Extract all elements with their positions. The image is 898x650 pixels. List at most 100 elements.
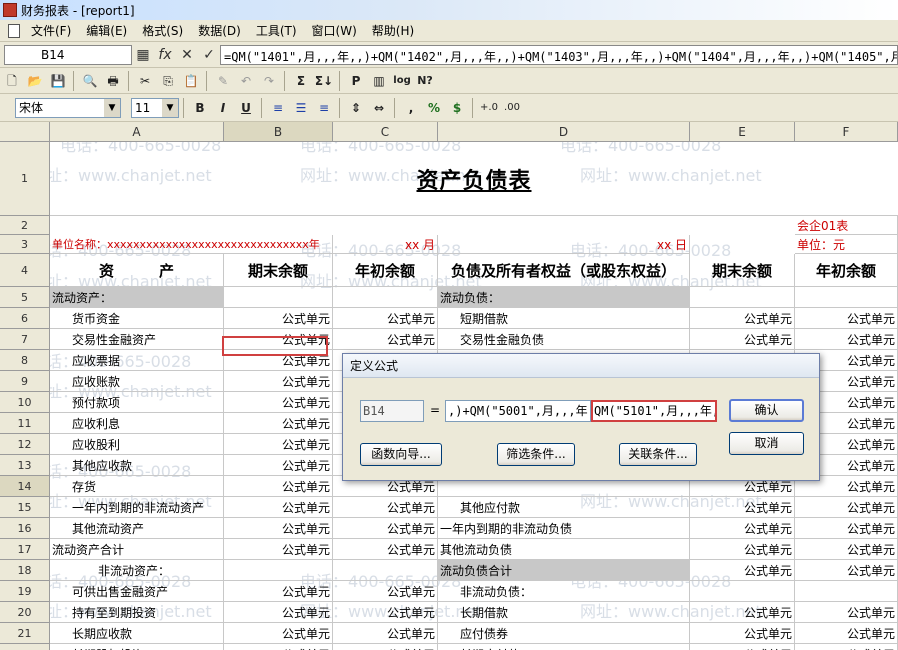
format-painter-icon[interactable]: ✎ [212, 70, 234, 92]
menu-window[interactable]: 窗口(W) [305, 22, 365, 39]
liability-item[interactable]: 其他流动负债 [438, 539, 690, 560]
liability-item[interactable]: 其他应付款 [438, 497, 690, 518]
row-header[interactable]: 14 [0, 476, 50, 497]
formula-cell[interactable]: 公式单元 [224, 392, 333, 413]
row-header[interactable]: 5 [0, 287, 50, 308]
row-header[interactable]: 17 [0, 539, 50, 560]
row-header[interactable]: 20 [0, 602, 50, 623]
formula-cell[interactable]: 公式单元 [795, 539, 898, 560]
new-file-icon[interactable]: 🗋 [1, 70, 23, 92]
formula-cell[interactable]: 公式单元 [224, 497, 333, 518]
asset-item[interactable]: 交易性金融资产 [50, 329, 224, 350]
empty-cell[interactable] [333, 560, 438, 581]
asset-item[interactable]: 非流动资产： [50, 560, 224, 581]
filter-condition-button[interactable]: 筛选条件... [497, 443, 575, 466]
dialog-formula-highlight[interactable]: QM("5101",月,,,年,,) [591, 400, 717, 422]
align-left-icon[interactable]: ≡ [267, 97, 289, 119]
font-size-select[interactable]: 11 ▼ [131, 97, 179, 118]
formula-cell[interactable]: 公式单元 [224, 518, 333, 539]
asset-item[interactable]: 可供出售金融资产 [50, 581, 224, 602]
formula-cell[interactable]: 公式单元 [224, 581, 333, 602]
relation-condition-button[interactable]: 关联条件... [619, 443, 697, 466]
row-header[interactable]: 11 [0, 413, 50, 434]
formula-cell[interactable]: 公式单元 [795, 602, 898, 623]
asset-item[interactable]: 长期应收款 [50, 623, 224, 644]
chart-icon[interactable]: ▥ [368, 70, 390, 92]
row-header[interactable]: 2 [0, 216, 50, 235]
asset-item[interactable]: 一年内到期的非流动资产 [50, 497, 224, 518]
help-icon[interactable]: N? [414, 70, 436, 92]
formula-cell[interactable]: 公式单元 [795, 329, 898, 350]
empty-cell[interactable] [795, 581, 898, 602]
formula-cell[interactable]: 公式单元 [690, 518, 795, 539]
increase-decimal-icon[interactable]: +.0 [478, 97, 500, 119]
row-header[interactable]: 6 [0, 308, 50, 329]
row-header[interactable]: 10 [0, 392, 50, 413]
asset-item[interactable]: 流动资产合计 [50, 539, 224, 560]
asset-item[interactable]: 其他流动资产 [50, 518, 224, 539]
liability-item[interactable]: 长期借款 [438, 602, 690, 623]
formula-cell[interactable]: 公式单元 [795, 560, 898, 581]
italic-button[interactable]: I [212, 97, 234, 119]
formula-cell[interactable]: 公式单元 [690, 308, 795, 329]
formula-cell[interactable]: 公式单元 [333, 602, 438, 623]
formula-cell[interactable]: 公式单元 [690, 539, 795, 560]
formula-cell[interactable]: 公式单元 [690, 644, 795, 650]
liability-item[interactable]: 一年内到期的非流动负债 [438, 518, 690, 539]
open-folder-icon[interactable]: 📂 [24, 70, 46, 92]
empty-cell[interactable] [224, 287, 333, 308]
row-header[interactable]: 8 [0, 350, 50, 371]
percent-style-button[interactable]: % [423, 97, 445, 119]
align-right-icon[interactable]: ≡ [313, 97, 335, 119]
formula-cell[interactable]: 公式单元 [224, 308, 333, 329]
row-header[interactable]: 12 [0, 434, 50, 455]
menu-data[interactable]: 数据(D) [191, 22, 249, 39]
cancel-button[interactable]: 取消 [729, 432, 804, 455]
corner-header[interactable] [0, 122, 50, 142]
asset-item[interactable]: 持有至到期投资 [50, 602, 224, 623]
liability-item[interactable]: 流动负债： [438, 287, 690, 308]
empty-cell[interactable] [690, 581, 795, 602]
underline-button[interactable]: U [235, 97, 257, 119]
formula-cell[interactable]: 公式单元 [224, 602, 333, 623]
formula-cell[interactable]: 公式单元 [795, 497, 898, 518]
empty-cell[interactable] [690, 287, 795, 308]
formula-cell[interactable]: 公式单元 [795, 623, 898, 644]
row-header[interactable]: 21 [0, 623, 50, 644]
print-preview-icon[interactable]: 🔍 [79, 70, 101, 92]
column-header-d[interactable]: D [438, 122, 690, 142]
formula-cell[interactable]: 公式单元 [690, 497, 795, 518]
cancel-icon[interactable]: ✕ [176, 45, 198, 65]
liability-item[interactable]: 非流动负债： [438, 581, 690, 602]
row-header[interactable]: 19 [0, 581, 50, 602]
comma-style-button[interactable]: , [400, 97, 422, 119]
liability-item[interactable]: 短期借款 [438, 308, 690, 329]
horizontal-align-icon[interactable]: ⇔ [368, 97, 390, 119]
column-header-b[interactable]: B [224, 122, 333, 142]
function-wizard-button[interactable]: 函数向导... [360, 443, 442, 466]
undo-icon[interactable]: ↶ [235, 70, 257, 92]
bold-button[interactable]: B [189, 97, 211, 119]
asset-item[interactable]: 应收利息 [50, 413, 224, 434]
formula-cell[interactable]: 公式单元 [224, 539, 333, 560]
row-header[interactable]: 4 [0, 254, 50, 287]
formula-input[interactable]: =QM("1401",月,,,年,,)+QM("1402",月,,,年,,)+Q… [220, 44, 898, 65]
formula-cell[interactable]: 公式单元 [690, 560, 795, 581]
formula-cell[interactable]: 公式单元 [795, 518, 898, 539]
cell-reference-box[interactable]: B14 [4, 44, 132, 65]
currency-style-button[interactable]: $ [446, 97, 468, 119]
empty-cell[interactable] [795, 287, 898, 308]
menu-format[interactable]: 格式(S) [135, 22, 191, 39]
formula-cell[interactable]: 公式单元 [333, 329, 438, 350]
asset-item[interactable]: 应收账款 [50, 371, 224, 392]
menu-edit[interactable]: 编辑(E) [79, 22, 135, 39]
formula-cell[interactable]: 公式单元 [795, 308, 898, 329]
row-header[interactable]: 16 [0, 518, 50, 539]
confirm-icon[interactable]: ✓ [198, 45, 220, 65]
formula-cell[interactable]: 公式单元 [333, 581, 438, 602]
redo-icon[interactable]: ↷ [258, 70, 280, 92]
formula-cell[interactable]: 公式单元 [333, 539, 438, 560]
empty-cell[interactable] [224, 560, 333, 581]
formula-cell[interactable]: 公式单元 [224, 476, 333, 497]
row-header[interactable]: 7 [0, 329, 50, 350]
